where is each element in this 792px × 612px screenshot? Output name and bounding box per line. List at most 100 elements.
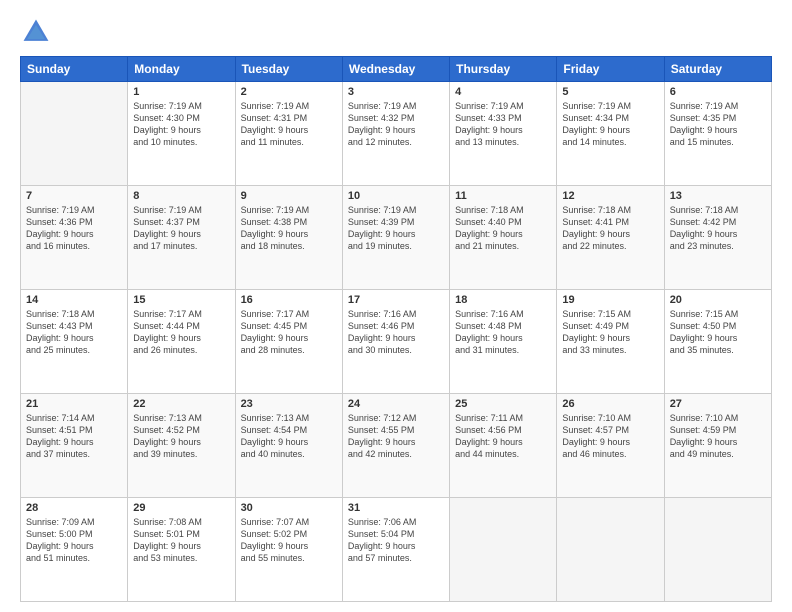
day-info: Sunrise: 7:12 AMSunset: 4:55 PMDaylight:… [348, 412, 444, 461]
calendar-cell: 8 Sunrise: 7:19 AMSunset: 4:37 PMDaylight… [128, 186, 235, 290]
day-number: 2 [241, 86, 337, 98]
header [20, 16, 772, 48]
calendar-cell: 4 Sunrise: 7:19 AMSunset: 4:33 PMDaylight… [450, 82, 557, 186]
day-info: Sunrise: 7:10 AMSunset: 4:57 PMDaylight:… [562, 412, 658, 461]
day-info: Sunrise: 7:18 AMSunset: 4:40 PMDaylight:… [455, 204, 551, 253]
day-info: Sunrise: 7:19 AMSunset: 4:32 PMDaylight:… [348, 100, 444, 149]
day-number: 10 [348, 190, 444, 202]
day-info: Sunrise: 7:06 AMSunset: 5:04 PMDaylight:… [348, 516, 444, 565]
day-number: 11 [455, 190, 551, 202]
calendar-cell: 6 Sunrise: 7:19 AMSunset: 4:35 PMDaylight… [664, 82, 771, 186]
calendar-cell: 17 Sunrise: 7:16 AMSunset: 4:46 PMDayligh… [342, 290, 449, 394]
day-number: 3 [348, 86, 444, 98]
logo-icon [20, 16, 52, 48]
day-info: Sunrise: 7:09 AMSunset: 5:00 PMDaylight:… [26, 516, 122, 565]
day-info: Sunrise: 7:19 AMSunset: 4:38 PMDaylight:… [241, 204, 337, 253]
day-number: 12 [562, 190, 658, 202]
calendar-cell [21, 82, 128, 186]
day-number: 6 [670, 86, 766, 98]
day-info: Sunrise: 7:19 AMSunset: 4:31 PMDaylight:… [241, 100, 337, 149]
calendar-cell: 18 Sunrise: 7:16 AMSunset: 4:48 PMDayligh… [450, 290, 557, 394]
calendar-cell: 12 Sunrise: 7:18 AMSunset: 4:41 PMDayligh… [557, 186, 664, 290]
calendar-week-1: 1Sunrise: 7:19 AMSunset: 4:30 PMDaylight… [21, 82, 772, 186]
day-info: Sunrise: 7:19 AMSunset: 4:30 PMDaylight:… [133, 100, 229, 149]
day-info: Sunrise: 7:19 AMSunset: 4:36 PMDaylight:… [26, 204, 122, 253]
calendar-cell: 11 Sunrise: 7:18 AMSunset: 4:40 PMDayligh… [450, 186, 557, 290]
day-info: Sunrise: 7:19 AMSunset: 4:37 PMDaylight:… [133, 204, 229, 253]
day-number: 25 [455, 398, 551, 410]
calendar-cell: 23Sunrise: 7:13 AMSunset: 4:54 PMDayligh… [235, 394, 342, 498]
day-info: Sunrise: 7:17 AMSunset: 4:45 PMDaylight:… [241, 308, 337, 357]
day-info: Sunrise: 7:19 AMSunset: 4:33 PMDaylight:… [455, 100, 551, 149]
day-number: 5 [562, 86, 658, 98]
day-number: 8 [133, 190, 229, 202]
calendar-cell: 14 Sunrise: 7:18 AMSunset: 4:43 PMDayligh… [21, 290, 128, 394]
calendar-cell: 21Sunrise: 7:14 AMSunset: 4:51 PMDayligh… [21, 394, 128, 498]
day-number: 13 [670, 190, 766, 202]
day-info: Sunrise: 7:07 AMSunset: 5:02 PMDaylight:… [241, 516, 337, 565]
calendar-header: SundayMondayTuesdayWednesdayThursdayFrid… [21, 57, 772, 82]
day-number: 18 [455, 294, 551, 306]
day-info: Sunrise: 7:13 AMSunset: 4:52 PMDaylight:… [133, 412, 229, 461]
day-info: Sunrise: 7:18 AMSunset: 4:42 PMDaylight:… [670, 204, 766, 253]
calendar-cell: 10Sunrise: 7:19 AMSunset: 4:39 PMDayligh… [342, 186, 449, 290]
calendar-cell: 3 Sunrise: 7:19 AMSunset: 4:32 PMDaylight… [342, 82, 449, 186]
calendar-cell: 25Sunrise: 7:11 AMSunset: 4:56 PMDayligh… [450, 394, 557, 498]
day-info: Sunrise: 7:10 AMSunset: 4:59 PMDaylight:… [670, 412, 766, 461]
day-number: 22 [133, 398, 229, 410]
day-number: 24 [348, 398, 444, 410]
weekday-header-monday: Monday [128, 57, 235, 82]
calendar-cell: 29 Sunrise: 7:08 AMSunset: 5:01 PMDayligh… [128, 498, 235, 602]
day-number: 4 [455, 86, 551, 98]
calendar-cell: 26 Sunrise: 7:10 AMSunset: 4:57 PMDayligh… [557, 394, 664, 498]
weekday-header-saturday: Saturday [664, 57, 771, 82]
day-number: 9 [241, 190, 337, 202]
day-number: 19 [562, 294, 658, 306]
day-number: 27 [670, 398, 766, 410]
calendar-body: 1Sunrise: 7:19 AMSunset: 4:30 PMDaylight… [21, 82, 772, 602]
day-info: Sunrise: 7:14 AMSunset: 4:51 PMDaylight:… [26, 412, 122, 461]
calendar-cell: 15Sunrise: 7:17 AMSunset: 4:44 PMDayligh… [128, 290, 235, 394]
calendar-table: SundayMondayTuesdayWednesdayThursdayFrid… [20, 56, 772, 602]
calendar-cell: 27 Sunrise: 7:10 AMSunset: 4:59 PMDayligh… [664, 394, 771, 498]
calendar-cell: 2 Sunrise: 7:19 AMSunset: 4:31 PMDaylight… [235, 82, 342, 186]
weekday-header-sunday: Sunday [21, 57, 128, 82]
calendar-week-3: 14 Sunrise: 7:18 AMSunset: 4:43 PMDayligh… [21, 290, 772, 394]
calendar-week-4: 21Sunrise: 7:14 AMSunset: 4:51 PMDayligh… [21, 394, 772, 498]
calendar-cell: 16 Sunrise: 7:17 AMSunset: 4:45 PMDayligh… [235, 290, 342, 394]
logo [20, 16, 56, 48]
day-number: 15 [133, 294, 229, 306]
day-number: 30 [241, 502, 337, 514]
day-number: 7 [26, 190, 122, 202]
day-number: 14 [26, 294, 122, 306]
calendar-cell [450, 498, 557, 602]
day-info: Sunrise: 7:19 AMSunset: 4:34 PMDaylight:… [562, 100, 658, 149]
calendar-cell: 28Sunrise: 7:09 AMSunset: 5:00 PMDayligh… [21, 498, 128, 602]
calendar-cell: 9 Sunrise: 7:19 AMSunset: 4:38 PMDaylight… [235, 186, 342, 290]
day-info: Sunrise: 7:18 AMSunset: 4:41 PMDaylight:… [562, 204, 658, 253]
day-number: 16 [241, 294, 337, 306]
calendar-cell: 24 Sunrise: 7:12 AMSunset: 4:55 PMDayligh… [342, 394, 449, 498]
day-info: Sunrise: 7:18 AMSunset: 4:43 PMDaylight:… [26, 308, 122, 357]
day-number: 29 [133, 502, 229, 514]
calendar-cell: 7 Sunrise: 7:19 AMSunset: 4:36 PMDaylight… [21, 186, 128, 290]
weekday-header-wednesday: Wednesday [342, 57, 449, 82]
day-number: 17 [348, 294, 444, 306]
calendar-cell: 19Sunrise: 7:15 AMSunset: 4:49 PMDayligh… [557, 290, 664, 394]
calendar-cell: 1Sunrise: 7:19 AMSunset: 4:30 PMDaylight… [128, 82, 235, 186]
weekday-header-thursday: Thursday [450, 57, 557, 82]
calendar-cell [664, 498, 771, 602]
day-info: Sunrise: 7:16 AMSunset: 4:46 PMDaylight:… [348, 308, 444, 357]
day-info: Sunrise: 7:08 AMSunset: 5:01 PMDaylight:… [133, 516, 229, 565]
day-info: Sunrise: 7:19 AMSunset: 4:35 PMDaylight:… [670, 100, 766, 149]
day-info: Sunrise: 7:16 AMSunset: 4:48 PMDaylight:… [455, 308, 551, 357]
calendar-cell: 31Sunrise: 7:06 AMSunset: 5:04 PMDayligh… [342, 498, 449, 602]
day-number: 26 [562, 398, 658, 410]
day-info: Sunrise: 7:13 AMSunset: 4:54 PMDaylight:… [241, 412, 337, 461]
calendar-week-5: 28Sunrise: 7:09 AMSunset: 5:00 PMDayligh… [21, 498, 772, 602]
day-number: 20 [670, 294, 766, 306]
calendar-cell: 20Sunrise: 7:15 AMSunset: 4:50 PMDayligh… [664, 290, 771, 394]
calendar-cell: 13 Sunrise: 7:18 AMSunset: 4:42 PMDayligh… [664, 186, 771, 290]
calendar-cell: 30 Sunrise: 7:07 AMSunset: 5:02 PMDayligh… [235, 498, 342, 602]
calendar-cell [557, 498, 664, 602]
